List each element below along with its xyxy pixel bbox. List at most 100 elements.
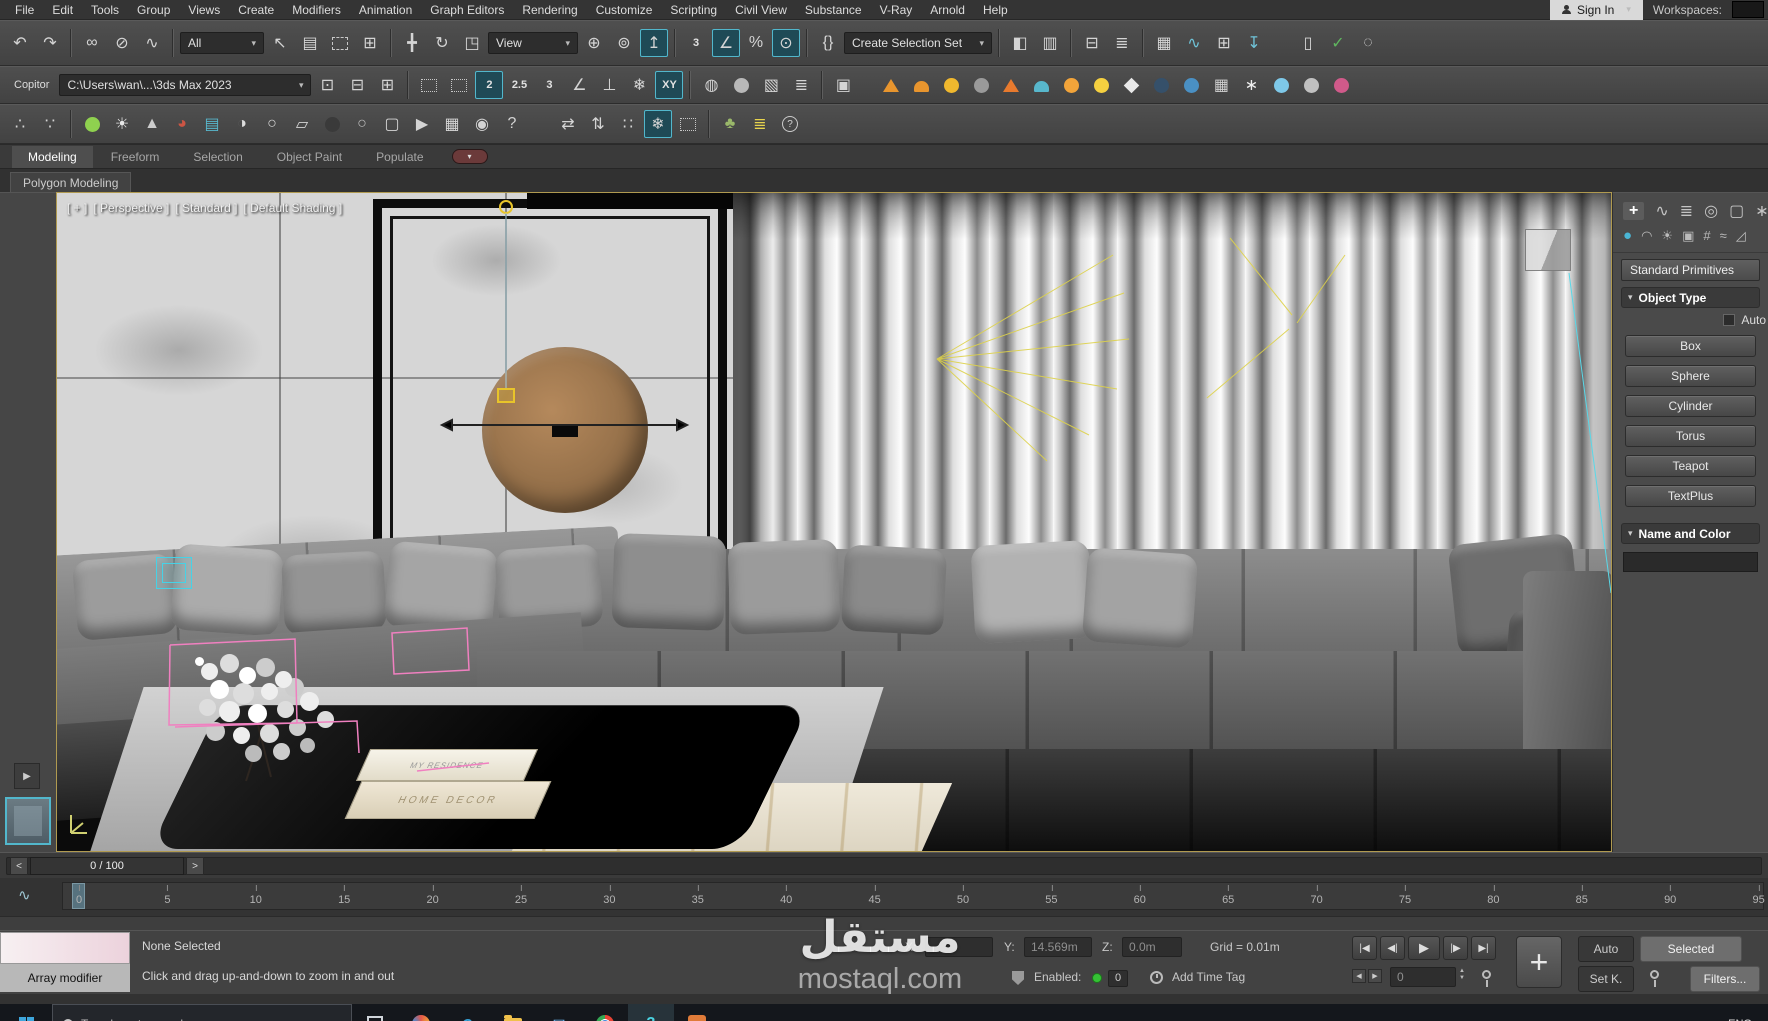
droplet-icon[interactable] [1267,71,1295,99]
add-time-tag-button[interactable]: Add Time Tag [1172,970,1245,984]
task-view-button[interactable] [352,1004,398,1021]
go-to-end-button[interactable]: ▶| [1471,936,1496,960]
menu-create[interactable]: Create [229,1,283,19]
menu-graph-editors[interactable]: Graph Editors [421,1,513,19]
systems-category[interactable]: ◿ [1736,228,1746,244]
curve-editor-icon[interactable]: ∿ [1180,29,1208,57]
clipboard-icon[interactable]: ▯ [1294,29,1322,57]
menu-modifiers[interactable]: Modifiers [283,1,350,19]
eye-icon[interactable]: ◉ [468,110,496,138]
pitcher-icon[interactable]: ◑ [228,110,256,138]
viewport-shading-menu[interactable]: [ Default Shading ] [243,201,342,215]
menu-customize[interactable]: Customize [587,1,662,19]
notes-icon[interactable]: ≣ [746,110,774,138]
ribbon-tab-object-paint[interactable]: Object Paint [261,146,358,168]
spacewarps-category[interactable]: ≈ [1720,228,1727,243]
select-and-rotate-icon[interactable]: ↻ [428,29,456,57]
snap-3d-icon[interactable]: 3 [535,71,563,99]
time-slider-next-button[interactable]: > [186,857,204,875]
ribbon-tab-selection[interactable]: Selection [177,146,258,168]
cameras-category[interactable]: ▣ [1682,228,1694,244]
list-icon[interactable]: ≣ [787,71,815,99]
viewport-box-icon[interactable]: ▢ [378,110,406,138]
objecttype-sphere-button[interactable]: Sphere [1625,365,1756,387]
populate-idle-icon[interactable]: ∵ [36,110,64,138]
use-pivot-center-icon[interactable]: ⊕ [580,29,608,57]
menu-group[interactable]: Group [128,1,179,19]
snap-grid-icon[interactable] [415,71,443,99]
measure-box-icon[interactable] [674,110,702,138]
spin-up-icon[interactable]: ▲ [1459,968,1465,974]
set-key-button[interactable]: Set K. [1578,966,1634,992]
terrain-icon[interactable]: ▲ [138,110,166,138]
menu-tools[interactable]: Tools [82,1,128,19]
sofa-pillow[interactable] [727,539,841,635]
schematic-view-icon[interactable]: ⊞ [1210,29,1238,57]
menu-v-ray[interactable]: V-Ray [871,1,922,19]
spinner-snap-icon[interactable]: ⊙ [772,29,800,57]
scatter-icon[interactable]: ∷ [614,110,642,138]
render-teapot-icon[interactable]: ◍ [697,71,725,99]
objecttype-box-button[interactable]: Box [1625,335,1756,357]
y-field[interactable]: 14.569m [1024,937,1092,957]
selection-lock-icon[interactable] [1012,971,1024,985]
safe-frame-icon[interactable]: ▦ [438,110,466,138]
snap-marker-icon[interactable] [445,71,473,99]
menu-edit[interactable]: Edit [43,1,82,19]
shaded-sphere-icon[interactable] [318,110,346,138]
render-swirl-icon[interactable]: ◕ [168,110,196,138]
menu-arnold[interactable]: Arnold [921,1,974,19]
object-type-rollout[interactable]: ▾ Object Type [1621,287,1760,308]
ribbon-overflow-button[interactable]: ▾ [451,149,488,164]
set-key-icon[interactable] [1650,970,1659,987]
ambient-light-icon[interactable] [1027,71,1055,99]
render-tray-icon[interactable]: ↧ [1240,29,1268,57]
menu-file[interactable]: File [6,1,43,19]
previous-frame-button[interactable]: ◀| [1380,936,1405,960]
sofa-pillow[interactable] [280,550,388,636]
layer-explorer-icon[interactable]: ≣ [1108,29,1136,57]
ribbon-tab-freeform[interactable]: Freeform [95,146,176,168]
align-icon[interactable]: ▥ [1036,29,1064,57]
paste-object-icon[interactable]: ⊟ [343,71,371,99]
helpers-category[interactable]: # [1703,228,1710,243]
undo-icon[interactable]: ↶ [6,29,34,57]
select-object-icon[interactable]: ↖ [266,29,294,57]
sofa-pillow[interactable] [840,544,948,636]
selected-filter-button[interactable]: Selected [1640,936,1742,962]
select-and-move-icon[interactable]: ╋ [398,29,426,57]
mini-viewport-button[interactable] [5,797,51,845]
snap-2d-icon[interactable]: 2 [475,71,504,99]
dark-sphere-icon[interactable] [1147,71,1175,99]
angle-snap-toggle-icon[interactable]: ∠ [565,71,593,99]
key-mode-icon[interactable] [1482,970,1491,987]
start-button[interactable] [0,1004,52,1021]
checker-box-icon[interactable]: ▦ [1207,71,1235,99]
ribbon-toggle-icon[interactable]: ▦ [1150,29,1178,57]
viewport-standard-menu[interactable]: [ Standard ] [175,201,237,215]
objecttype-textplus-button[interactable]: TextPlus [1625,485,1756,507]
expand-trackbar-button[interactable]: ▶ [14,763,40,789]
daylight-icon[interactable]: ☀ [108,110,136,138]
window-crossing-icon[interactable]: ⊞ [356,29,384,57]
render-check-icon[interactable]: ✓ [1324,29,1352,57]
sofa-pillow[interactable] [611,533,727,631]
key-filters-button[interactable]: Filters... [1690,966,1760,992]
bulb-off-icon[interactable]: ○ [348,110,376,138]
select-and-scale-icon[interactable]: ◳ [458,29,486,57]
character-icon[interactable] [1327,71,1355,99]
array-rotate-icon[interactable]: ⇅ [584,110,612,138]
selection-filter-dropdown[interactable]: All ▾ [180,32,264,54]
edge-browser-icon[interactable]: e [444,1004,490,1021]
redo-icon[interactable]: ↷ [36,29,64,57]
time-slider-handle[interactable]: 0 / 100 [30,857,184,875]
viewport-pov-menu[interactable]: [ Perspective ] [93,201,169,215]
object-name-field[interactable] [1623,552,1758,572]
sphere-light-icon[interactable] [937,71,965,99]
snap-toggle-3d-icon[interactable]: 3 [682,29,710,57]
menu-views[interactable]: Views [179,1,229,19]
snap-25d-icon[interactable]: 2.5 [505,71,533,99]
menu-rendering[interactable]: Rendering [513,1,586,19]
help-icon[interactable]: ? [498,110,526,138]
select-by-name-icon[interactable]: ▤ [296,29,324,57]
